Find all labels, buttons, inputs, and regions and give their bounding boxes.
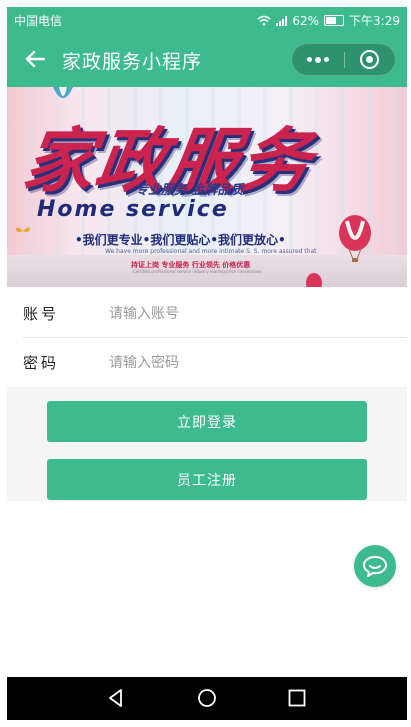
password-input[interactable]	[107, 348, 391, 378]
actions-panel: 立即登录 员工注册	[7, 387, 407, 501]
account-label: 账号	[23, 305, 60, 323]
carrier-name: 中国电信	[14, 14, 63, 28]
triangle-back-icon[interactable]	[105, 687, 127, 709]
chat-bubble-icon	[362, 555, 388, 577]
signal-icon	[276, 15, 288, 26]
nav-bar: 家政服务小程序	[7, 31, 407, 87]
banner-slogan: •我们更专业•我们更贴心•我们更放心•	[75, 233, 286, 247]
account-row: 账号	[7, 289, 407, 338]
capsule-divider	[344, 52, 345, 68]
password-row: 密码	[7, 338, 407, 386]
more-dots-icon	[307, 57, 312, 62]
login-button[interactable]: 立即登录	[47, 401, 367, 442]
customer-service-button[interactable]	[354, 545, 396, 587]
banner-tiny-text: Certified professional service industry …	[133, 269, 262, 274]
circle-home-icon[interactable]	[196, 687, 218, 709]
banner-image: 家政服务 专业服务 金牌品质 Home service •我们更专业•我们更贴心…	[7, 87, 407, 287]
password-label: 密码	[23, 354, 60, 372]
close-mini-program-button[interactable]	[360, 50, 379, 69]
login-form: 账号 密码	[7, 289, 407, 389]
more-menu-button[interactable]	[292, 44, 344, 75]
clock: 下午3:29	[349, 14, 400, 28]
status-right: 62% 下午3:29	[257, 12, 400, 29]
banner-english: Home service	[37, 197, 229, 222]
square-recents-icon[interactable]	[286, 687, 308, 709]
banner-subtitle: 专业服务 金牌品质	[135, 183, 244, 198]
arrow-left-icon	[25, 50, 45, 68]
butterfly-icon	[16, 227, 30, 233]
wifi-icon	[257, 15, 271, 26]
back-button[interactable]	[21, 45, 49, 73]
page-title: 家政服务小程序	[62, 51, 203, 73]
system-nav-bar	[7, 677, 407, 720]
phone-screen: 中国电信 62% 下午3:29 家政服务小程序 家政服务 专业服务 金牌品质 H…	[7, 7, 407, 720]
balloon-icon	[339, 215, 371, 262]
status-bar: 中国电信 62% 下午3:29	[7, 7, 407, 31]
banner-small-text: We have more professional and more intim…	[105, 248, 317, 255]
account-input[interactable]	[107, 299, 391, 329]
balloon-icon	[306, 273, 322, 287]
battery-icon	[324, 15, 345, 26]
mini-program-capsule	[291, 43, 396, 76]
battery-percent: 62%	[292, 13, 320, 28]
register-button[interactable]: 员工注册	[47, 459, 367, 500]
